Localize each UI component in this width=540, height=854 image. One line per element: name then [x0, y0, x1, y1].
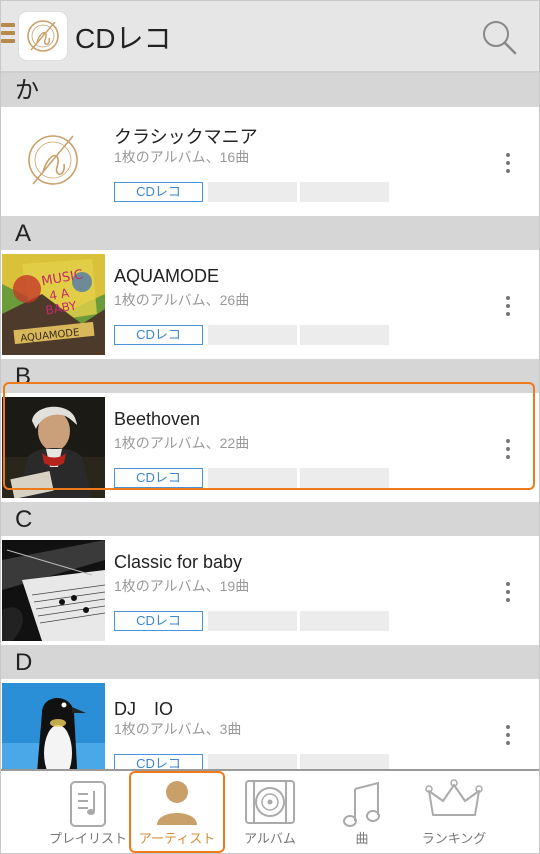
- artist-meta: 1枚のアルバム、16曲: [114, 149, 250, 165]
- empty-tag: [300, 182, 389, 202]
- nav-album[interactable]: アルバム: [227, 771, 313, 853]
- artist-thumbnail: MUSIC 4 A BABY AQUAMODE: [2, 254, 105, 355]
- app-title: CDレコ: [75, 23, 172, 54]
- source-tag: CDレコ: [114, 611, 203, 631]
- artist-row[interactable]: Classic for baby 1枚のアルバム、19曲 CDレコ: [1, 536, 539, 645]
- artist-name: Beethoven: [114, 409, 201, 429]
- artist-icon: [157, 781, 197, 825]
- empty-tag: [300, 611, 389, 631]
- more-options-icon[interactable]: [504, 725, 512, 749]
- bottom-navigation: プレイリスト アーティスト アルバム 曲 ランキング: [1, 769, 539, 853]
- nav-label: アルバム: [244, 831, 296, 846]
- search-icon[interactable]: [480, 18, 518, 56]
- more-options-icon[interactable]: [504, 582, 512, 606]
- more-options-icon[interactable]: [504, 296, 512, 320]
- nav-label: プレイリスト: [48, 831, 127, 846]
- more-options-icon[interactable]: [504, 153, 512, 177]
- artist-thumbnail: [2, 540, 105, 641]
- empty-tag: [208, 468, 297, 488]
- music-note-icon: [343, 781, 380, 827]
- artist-list: か クラシックマニア 1枚のアルバム、16曲 CDレコ A MUSIC 4 A …: [1, 73, 539, 788]
- section-header: C: [1, 502, 539, 536]
- artist-row[interactable]: MUSIC 4 A BABY AQUAMODE AQUAMODE 1枚のアルバム…: [1, 250, 539, 359]
- section-header: D: [1, 645, 539, 679]
- nav-ranking[interactable]: ランキング: [409, 771, 499, 853]
- nav-label: アーティスト: [138, 831, 216, 846]
- playlist-icon: [70, 781, 106, 827]
- artist-thumbnail: [2, 397, 105, 498]
- artist-name: DJ IO: [114, 699, 174, 719]
- artist-name: クラシックマニア: [114, 127, 258, 147]
- album-icon: [245, 780, 295, 824]
- artist-meta: 1枚のアルバム、26曲: [114, 292, 250, 308]
- artist-meta: 1枚のアルバム、19曲: [114, 578, 250, 594]
- source-tag: CDレコ: [114, 325, 203, 345]
- source-tag: CDレコ: [114, 468, 203, 488]
- empty-tag: [300, 468, 389, 488]
- nav-artist[interactable]: アーティスト: [131, 771, 223, 853]
- more-options-icon[interactable]: [504, 439, 512, 463]
- section-header: か: [1, 73, 539, 107]
- empty-tag: [300, 325, 389, 345]
- nav-label: 曲: [355, 831, 369, 846]
- artist-name: AQUAMODE: [114, 266, 220, 286]
- artist-name: Classic for baby: [114, 552, 243, 572]
- source-tag: CDレコ: [114, 182, 203, 202]
- app-header: CDレコ: [1, 1, 539, 73]
- artist-row[interactable]: クラシックマニア 1枚のアルバム、16曲 CDレコ: [1, 107, 539, 216]
- section-header: B: [1, 359, 539, 393]
- empty-tag: [208, 611, 297, 631]
- empty-tag: [208, 182, 297, 202]
- empty-tag: [208, 325, 297, 345]
- app-frame: CDレコ か クラシックマニア 1枚のアルバム、16曲 CDレコ A MUSIC…: [0, 0, 540, 854]
- artist-thumbnail: [2, 111, 105, 212]
- nav-playlist[interactable]: プレイリスト: [43, 771, 133, 853]
- nav-label: ランキング: [421, 831, 487, 846]
- crown-icon: [425, 779, 483, 816]
- section-header: A: [1, 216, 539, 250]
- artist-meta: 1枚のアルバム、3曲: [114, 721, 242, 737]
- nav-songs[interactable]: 曲: [319, 771, 405, 853]
- hamburger-icon[interactable]: [1, 23, 15, 47]
- artist-row[interactable]: Beethoven 1枚のアルバム、22曲 CDレコ: [1, 382, 539, 502]
- cdreco-logo-icon: [19, 12, 67, 60]
- artist-meta: 1枚のアルバム、22曲: [114, 435, 250, 451]
